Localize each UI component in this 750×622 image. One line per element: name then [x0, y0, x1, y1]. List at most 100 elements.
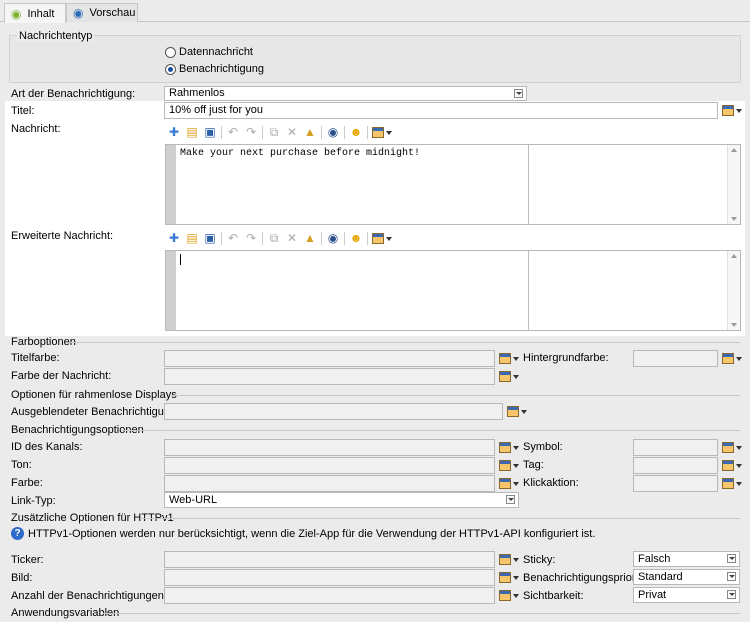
scroll-up-icon[interactable]	[731, 148, 737, 152]
toolbar-divider	[221, 231, 222, 245]
open-folder-icon[interactable]: ▤	[185, 231, 199, 245]
insert-field-picker[interactable]	[372, 126, 392, 140]
anzahl-picker[interactable]	[499, 589, 519, 603]
tab-vorschau[interactable]: ◉ Vorschau	[66, 3, 138, 22]
picker-icon	[372, 127, 384, 138]
tab-inhalt[interactable]: ◉ Inhalt	[4, 3, 66, 23]
prioritaet-select[interactable]: Standard	[633, 569, 740, 585]
save-icon[interactable]: ▣	[203, 125, 217, 139]
divider	[174, 395, 740, 396]
picker-icon	[499, 442, 511, 453]
id-kanal-input[interactable]	[164, 439, 495, 456]
klickaktion-picker[interactable]	[722, 477, 742, 491]
farbe-input[interactable]	[164, 475, 495, 492]
nachricht-text: Make your next purchase before midnight!	[180, 148, 421, 159]
chevron-down-icon	[736, 464, 742, 468]
klickaktion-input[interactable]	[633, 475, 718, 492]
radio-datennachricht-button[interactable]	[165, 46, 176, 58]
ticker-input[interactable]	[164, 551, 495, 568]
titel-label: Titel:	[11, 105, 35, 117]
ticker-label: Ticker:	[11, 554, 44, 566]
chevron-down-icon	[736, 357, 742, 361]
hintergrundfarbe-picker[interactable]	[722, 352, 742, 366]
cut-icon[interactable]: ✕	[285, 231, 299, 245]
ton-picker[interactable]	[499, 459, 519, 473]
scroll-up-icon[interactable]	[731, 254, 737, 258]
picker-icon	[499, 371, 511, 382]
symbol-label: Symbol:	[523, 441, 563, 453]
farbe-nachricht-picker[interactable]	[499, 370, 519, 384]
titelfarbe-picker[interactable]	[499, 352, 519, 366]
toolbar-divider	[344, 231, 345, 245]
emoji-icon[interactable]: ☻	[349, 231, 363, 245]
insert-field-picker[interactable]	[372, 232, 392, 246]
save-icon[interactable]: ▣	[203, 231, 217, 245]
picker-icon	[722, 460, 734, 471]
symbol-input[interactable]	[633, 439, 718, 456]
id-kanal-picker[interactable]	[499, 441, 519, 455]
titel-input[interactable]: 10% off just for you	[164, 102, 718, 119]
radio-datennachricht[interactable]: Datennachricht	[165, 46, 253, 58]
insert-icon[interactable]: ✚	[167, 125, 181, 139]
copy-icon[interactable]: ⧉	[267, 231, 281, 245]
farbe-nachricht-input[interactable]	[164, 368, 495, 385]
bild-input[interactable]	[164, 569, 495, 586]
farbe-nachricht-label: Farbe der Nachricht:	[11, 370, 112, 382]
picker-icon	[499, 478, 511, 489]
find-icon[interactable]: ◉	[326, 231, 340, 245]
erweitert-editor[interactable]	[165, 250, 741, 331]
ton-input[interactable]	[164, 457, 495, 474]
picker-icon	[722, 105, 734, 116]
farboptionen-legend: Farboptionen	[11, 336, 76, 348]
link-typ-select[interactable]: Web-URL	[164, 492, 519, 508]
anzahl-input[interactable]	[164, 587, 495, 604]
radio-benachrichtigung-button[interactable]	[165, 63, 176, 75]
chevron-down-icon	[513, 464, 519, 468]
erweitert-scrollbar[interactable]	[727, 251, 740, 330]
copy-icon[interactable]: ⧉	[267, 125, 281, 139]
open-folder-icon[interactable]: ▤	[185, 125, 199, 139]
chevron-down-icon	[506, 495, 515, 504]
ausgeblendet-input[interactable]	[164, 403, 503, 420]
chevron-down-icon	[386, 131, 392, 135]
bild-picker[interactable]	[499, 571, 519, 585]
cut-icon[interactable]: ✕	[285, 125, 299, 139]
hintergrundfarbe-input[interactable]	[633, 350, 718, 367]
symbol-picker[interactable]	[722, 441, 742, 455]
paste-icon[interactable]: ▲	[303, 231, 317, 245]
sticky-select[interactable]: Falsch	[633, 551, 740, 567]
emoji-icon[interactable]: ☻	[349, 125, 363, 139]
android-icon: ◉	[11, 6, 22, 21]
ausgeblendet-picker[interactable]	[507, 405, 527, 419]
erweitert-label: Erweiterte Nachricht:	[11, 230, 114, 242]
titel-personalization-picker[interactable]	[722, 104, 742, 118]
tab-inhalt-label: Inhalt	[27, 7, 55, 20]
tag-picker[interactable]	[722, 459, 742, 473]
tag-input[interactable]	[633, 457, 718, 474]
tab-vorschau-label: Vorschau	[89, 7, 136, 19]
art-select[interactable]: Rahmenlos	[164, 86, 527, 101]
nachricht-toolbar: ✚ ▤ ▣ ↶ ↷ ⧉ ✕ ▲ ◉ ☻	[167, 124, 407, 140]
scroll-down-icon[interactable]	[731, 323, 737, 327]
hintergrundfarbe-label: Hintergrundfarbe:	[523, 352, 609, 364]
chevron-down-icon	[736, 446, 742, 450]
radio-benachrichtigung-label: Benachrichtigung	[179, 63, 265, 75]
scroll-down-icon[interactable]	[731, 217, 737, 221]
text-cursor	[180, 254, 181, 265]
redo-icon[interactable]: ↷	[244, 125, 258, 139]
undo-icon[interactable]: ↶	[226, 231, 240, 245]
paste-icon[interactable]: ▲	[303, 125, 317, 139]
farbe-picker[interactable]	[499, 477, 519, 491]
nachricht-scrollbar[interactable]	[727, 145, 740, 224]
ticker-picker[interactable]	[499, 553, 519, 567]
sichtbarkeit-select[interactable]: Privat	[633, 587, 740, 603]
undo-icon[interactable]: ↶	[226, 125, 240, 139]
titelfarbe-input[interactable]	[164, 350, 495, 367]
radio-benachrichtigung[interactable]: Benachrichtigung	[165, 63, 264, 75]
insert-icon[interactable]: ✚	[167, 231, 181, 245]
nachricht-editor[interactable]: Make your next purchase before midnight!	[165, 144, 741, 225]
chevron-down-icon	[736, 482, 742, 486]
tag-label: Tag:	[523, 459, 544, 471]
find-icon[interactable]: ◉	[326, 125, 340, 139]
redo-icon[interactable]: ↷	[244, 231, 258, 245]
